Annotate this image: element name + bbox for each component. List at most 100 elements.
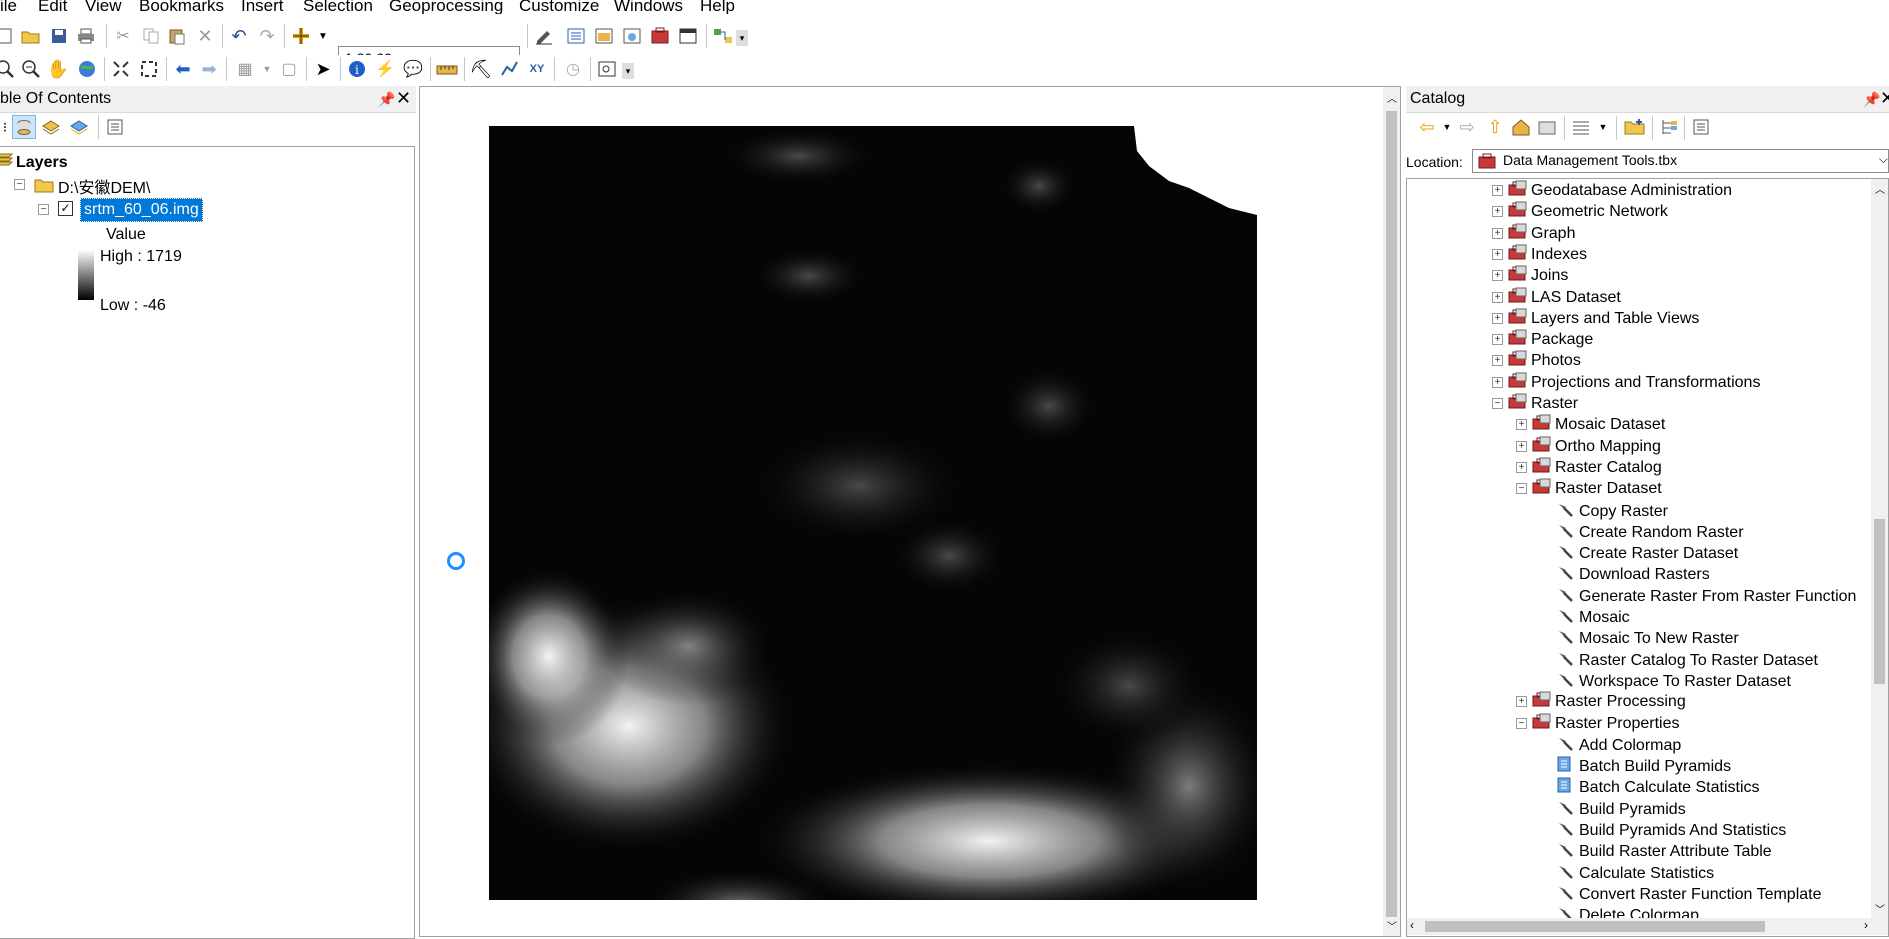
collapse-icon[interactable]: −	[14, 179, 25, 190]
close-icon[interactable]: ✕	[396, 85, 411, 111]
menu-windows[interactable]: Windows	[614, 0, 683, 14]
catalog-item[interactable]: Convert Raster Function Template	[1555, 883, 1821, 904]
select-dropdown-icon[interactable]: ▼	[256, 58, 278, 80]
catalog-item[interactable]: Projections and Transformations	[1507, 372, 1760, 393]
toc-options-icon[interactable]	[104, 116, 126, 138]
catalog-item[interactable]: Mosaic To New Raster	[1555, 627, 1739, 648]
arctoolbox-icon[interactable]	[649, 25, 671, 47]
catalog-item[interactable]: Joins	[1507, 265, 1568, 286]
search-window-icon[interactable]	[621, 25, 643, 47]
scrollbar-thumb[interactable]	[1874, 519, 1885, 684]
layer-visibility-checkbox[interactable]: ✓	[58, 201, 73, 216]
scroll-up-icon[interactable]: ︿	[1387, 90, 1397, 105]
list-by-visibility-icon[interactable]	[40, 116, 62, 138]
catalog-item[interactable]: Add Colormap	[1555, 734, 1681, 755]
collapse-icon[interactable]: −	[1516, 718, 1527, 729]
menu-file[interactable]: ile	[0, 0, 17, 14]
expand-icon[interactable]: +	[1516, 696, 1527, 707]
catalog-vertical-scrollbar[interactable]: ︿ ﹀	[1871, 179, 1888, 918]
time-slider-icon[interactable]: ◷	[562, 58, 584, 80]
identify-icon[interactable]: i	[346, 58, 368, 80]
pin-icon[interactable]: 📌	[378, 86, 395, 112]
measure-icon[interactable]	[436, 58, 458, 80]
fixed-zoom-in-icon[interactable]	[110, 58, 132, 80]
catalog-item[interactable]: LAS Dataset	[1507, 287, 1621, 308]
scroll-right-icon[interactable]: ›	[1864, 918, 1868, 932]
close-icon[interactable]: ✕	[1880, 85, 1889, 111]
catalog-item[interactable]: Copy Raster	[1555, 500, 1668, 521]
catalog-horizontal-scrollbar[interactable]: ‹ ›	[1407, 918, 1888, 935]
collapse-icon[interactable]: −	[1516, 483, 1527, 494]
full-extent-icon[interactable]	[76, 58, 98, 80]
copy-icon[interactable]	[140, 25, 162, 47]
save-icon[interactable]	[48, 25, 70, 47]
catalog-item[interactable]: Raster Processing	[1531, 691, 1686, 712]
python-window-icon[interactable]	[677, 25, 699, 47]
catalog-item[interactable]: Raster Catalog	[1531, 457, 1662, 478]
scrollbar-thumb[interactable]	[1425, 921, 1765, 932]
new-document-icon[interactable]	[0, 25, 16, 47]
catalog-item[interactable]: Build Pyramids And Statistics	[1555, 819, 1786, 840]
expand-icon[interactable]: +	[1492, 270, 1503, 281]
home-icon[interactable]	[1510, 116, 1532, 138]
catalog-item[interactable]: Raster Dataset	[1531, 478, 1662, 499]
redo-icon[interactable]: ↷	[256, 25, 278, 47]
menu-edit[interactable]: Edit	[38, 0, 67, 14]
table-of-contents-icon[interactable]	[565, 25, 587, 47]
scrollbar-thumb[interactable]	[1386, 111, 1397, 917]
back-dropdown-icon[interactable]: ▼	[1436, 116, 1458, 138]
scroll-down-icon[interactable]: ﹀	[1387, 918, 1397, 933]
catalog-item[interactable]: Geometric Network	[1507, 201, 1668, 222]
pan-icon[interactable]: ✋	[47, 58, 69, 80]
menu-help[interactable]: Help	[700, 0, 735, 14]
catalog-options-icon[interactable]	[1690, 116, 1712, 138]
map-vertical-scrollbar[interactable]: ︿ ﹀	[1383, 87, 1400, 936]
clear-selection-icon[interactable]: ▢	[278, 58, 300, 80]
expand-icon[interactable]: +	[1492, 292, 1503, 303]
scroll-left-icon[interactable]: ‹	[1410, 918, 1414, 932]
expand-icon[interactable]: +	[1492, 313, 1503, 324]
catalog-item[interactable]: Batch Calculate Statistics	[1555, 776, 1760, 797]
view-dropdown-icon[interactable]: ▼	[1592, 116, 1614, 138]
menu-geoprocessing[interactable]: Geoprocessing	[389, 0, 503, 14]
collapse-icon[interactable]: −	[1492, 398, 1503, 409]
layer-name-selected[interactable]: srtm_60_06.img	[80, 198, 203, 222]
list-by-selection-icon[interactable]	[68, 116, 90, 138]
catalog-item[interactable]: Download Rasters	[1555, 563, 1710, 584]
add-data-icon[interactable]	[290, 25, 312, 47]
catalog-item[interactable]: Build Raster Attribute Table	[1555, 840, 1772, 861]
paste-icon[interactable]	[166, 25, 188, 47]
expand-icon[interactable]: +	[1492, 206, 1503, 217]
catalog-item[interactable]: Build Pyramids	[1555, 798, 1686, 819]
html-popup-icon[interactable]: 💬	[402, 58, 424, 80]
menu-view[interactable]: View	[85, 0, 122, 14]
forward-icon[interactable]: ⇨	[1456, 116, 1478, 138]
catalog-item[interactable]: Layers and Table Views	[1507, 308, 1699, 329]
fixed-zoom-out-icon[interactable]	[138, 58, 160, 80]
expand-icon[interactable]: +	[1492, 228, 1503, 239]
scroll-up-icon[interactable]: ︿	[1875, 181, 1885, 196]
catalog-item[interactable]: Create Raster Dataset	[1555, 542, 1738, 563]
menu-insert[interactable]: Insert	[241, 0, 284, 14]
select-by-graphics-icon[interactable]: ▦	[234, 58, 256, 80]
menu-selection[interactable]: Selection	[303, 0, 373, 14]
connect-folder-icon[interactable]	[1624, 116, 1646, 138]
expand-icon[interactable]: +	[1492, 334, 1503, 345]
expand-icon[interactable]: +	[1492, 185, 1503, 196]
catalog-item[interactable]: Mosaic Dataset	[1531, 414, 1665, 435]
forward-extent-icon[interactable]: ➡	[198, 58, 220, 80]
scroll-down-icon[interactable]: ﹀	[1875, 901, 1885, 916]
catalog-item[interactable]: Package	[1507, 329, 1593, 350]
pin-icon[interactable]: 📌	[1863, 86, 1880, 112]
location-combo[interactable]: Data Management Tools.tbx ⌵	[1472, 149, 1889, 173]
catalog-item[interactable]: Workspace To Raster Dataset	[1555, 670, 1791, 691]
toolbar-options-icon[interactable]: ▾	[736, 30, 748, 46]
find-icon[interactable]: ⛏	[470, 58, 493, 80]
menu-bookmarks[interactable]: Bookmarks	[139, 0, 224, 14]
expand-icon[interactable]: +	[1492, 377, 1503, 388]
create-viewer-window-icon[interactable]	[596, 58, 618, 80]
toggle-contents-panel-icon[interactable]	[1658, 116, 1680, 138]
catalog-item[interactable]: Raster Catalog To Raster Dataset	[1555, 649, 1818, 670]
model-builder-icon[interactable]	[712, 25, 734, 47]
expand-icon[interactable]: +	[1516, 419, 1527, 430]
